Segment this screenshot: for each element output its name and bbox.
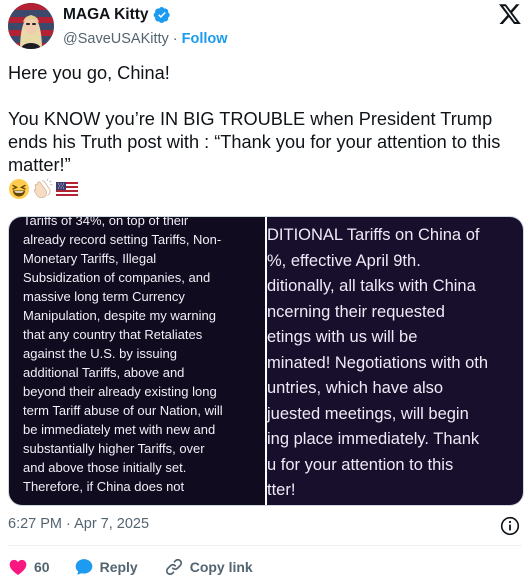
truth-line: Therefore, if China does not xyxy=(23,479,185,494)
truth-line: Subsidization of companies, and xyxy=(23,270,211,285)
tweet-body: Here you go, China! You KNOW you’re IN B… xyxy=(8,62,522,201)
truth-line: beyond their already existing long xyxy=(23,384,217,399)
truth-line: Monetary Tariffs, Illegal xyxy=(23,251,157,266)
copy-link-label: Copy link xyxy=(189,559,253,575)
truth-line: ncerning their requested xyxy=(267,302,445,321)
truth-post-screenshot-right[interactable]: DITIONAL Tariffs on China of %, effectiv… xyxy=(267,217,523,505)
author-handle[interactable]: @SaveUSAKitty xyxy=(63,31,169,47)
clapping-hands-icon xyxy=(33,178,53,199)
truth-line: Tariffs of 34%, on top of their xyxy=(23,217,189,228)
truth-line: minated! Negotiations with oth xyxy=(267,353,489,372)
truth-post-screenshot-left[interactable]: Tariffs of 34%, on top of their already … xyxy=(9,217,265,505)
action-bar: 60 Reply Copy link xyxy=(8,556,279,578)
us-flag-icon xyxy=(56,182,78,196)
like-button[interactable]: 60 xyxy=(8,557,50,577)
tweet-line-2: You KNOW you’re IN BIG TROUBLE when Pres… xyxy=(8,109,501,175)
tweet-header: MAGA Kitty @SaveUSAKitty · Follow xyxy=(0,0,530,52)
truth-line: ditionally, all talks with China xyxy=(267,277,476,295)
truth-line: that any country that Retaliates xyxy=(23,327,203,342)
truth-line: massive long term Currency xyxy=(23,289,185,304)
verified-badge-icon xyxy=(153,6,170,24)
truth-line: tter! xyxy=(267,481,296,499)
emoji-row xyxy=(8,177,522,201)
truth-line: Manipulation, despite my warning xyxy=(23,308,216,323)
author-block: MAGA Kitty @SaveUSAKitty · Follow xyxy=(63,5,228,47)
follow-button[interactable]: Follow xyxy=(182,31,228,47)
grinning-squinting-face-icon xyxy=(9,179,29,199)
truth-line: additional Tariffs, above and xyxy=(23,365,185,380)
copy-link-button[interactable]: Copy link xyxy=(164,557,253,577)
truth-line: %, effective April 9th. xyxy=(267,251,421,270)
heart-icon xyxy=(9,559,27,575)
author-name[interactable]: MAGA Kitty xyxy=(63,6,149,24)
info-icon[interactable] xyxy=(500,516,520,536)
truth-line: juested meetings, will begin xyxy=(267,404,469,423)
reply-label: Reply xyxy=(99,559,138,575)
separator-dot: · xyxy=(172,31,178,47)
truth-line: DITIONAL Tariffs on China of xyxy=(267,226,480,244)
truth-line: against the U.S. by issuing xyxy=(23,346,177,361)
avatar[interactable] xyxy=(8,3,54,49)
tweet-line-1: Here you go, China! xyxy=(8,63,170,83)
truth-line: already record setting Tariffs, Non- xyxy=(23,232,222,247)
truth-line: etings with us will be xyxy=(267,328,418,346)
truth-line: ing place immediately. Thank xyxy=(267,430,480,448)
truth-line: and above those initially set. xyxy=(23,460,187,475)
truth-line: u for your attention to this xyxy=(267,455,454,474)
truth-line: untries, which have also xyxy=(267,379,444,397)
media-attachment[interactable]: Tariffs of 34%, on top of their already … xyxy=(8,216,524,506)
truth-line: term Tariff abuse of our Nation, will xyxy=(23,403,223,418)
reply-button[interactable]: Reply xyxy=(74,557,138,577)
divider xyxy=(8,545,522,546)
x-logo-icon[interactable] xyxy=(498,2,522,26)
truth-post-text-left: Tariffs of 34%, on top of their already … xyxy=(23,217,263,496)
reply-bubble-icon xyxy=(75,559,92,575)
tweet-timestamp[interactable]: 6:27 PM · Apr 7, 2025 xyxy=(8,516,149,532)
link-icon xyxy=(165,558,182,576)
like-count: 60 xyxy=(34,559,50,575)
truth-line: substantially higher Tariffs, over xyxy=(23,441,205,456)
truth-line: be immediately met with new and xyxy=(23,422,216,437)
truth-post-text-right: DITIONAL Tariffs on China of %, effectiv… xyxy=(267,223,523,504)
